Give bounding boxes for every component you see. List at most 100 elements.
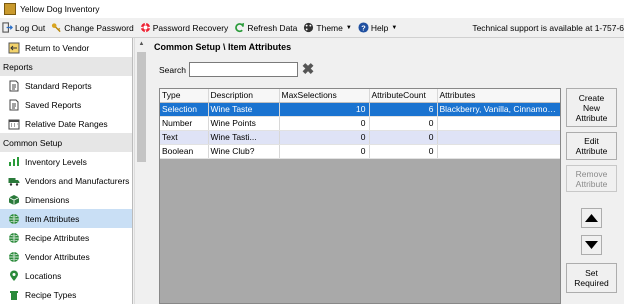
truck-icon <box>8 177 20 186</box>
globe-icon <box>9 232 19 243</box>
cell-type: Text <box>160 130 209 145</box>
sidebar-item-label: Saved Reports <box>25 99 82 110</box>
logout-label: Log Out <box>15 22 46 33</box>
sidebar-item-label: Item Attributes <box>25 213 80 224</box>
cell-attributes <box>437 144 560 159</box>
clear-search-icon[interactable]: ✖ <box>300 62 316 78</box>
cell-attribute-count: 6 <box>369 102 438 117</box>
help-label: Help <box>370 22 389 33</box>
table-row[interactable]: Number Wine Points 0 0 <box>160 116 560 131</box>
sidebar-item-locations[interactable]: Locations <box>0 266 132 285</box>
palette-icon <box>304 22 314 33</box>
edit-attribute-button[interactable]: Edit Attribute <box>566 132 617 160</box>
column-header-max-selections[interactable]: MaxSelections <box>279 89 370 103</box>
calendar-icon <box>8 119 20 129</box>
globe-icon <box>9 213 19 224</box>
cell-max-selections: 10 <box>279 102 370 117</box>
sidebar-item-label: Recipe Attributes <box>25 232 90 243</box>
cell-max-selections: 0 <box>279 116 370 131</box>
sidebar-item-label: Vendors and Manufacturers <box>25 175 130 186</box>
box-icon <box>8 194 20 205</box>
cell-description: Wine Points <box>208 116 280 131</box>
sidebar-item-label: Inventory Levels <box>25 156 87 167</box>
toolbar: Log Out Change Password Password Recover… <box>0 18 624 38</box>
location-icon <box>10 270 18 281</box>
sidebar-item-relative-date-ranges[interactable]: Relative Date Ranges <box>0 114 132 133</box>
sidebar-item-label: Vendor Attributes <box>25 251 90 262</box>
change-password-button[interactable]: Change Password <box>51 22 134 33</box>
sidebar-item-label: Return to Vendor <box>25 42 90 53</box>
help-icon: ? <box>358 22 369 33</box>
sidebar-header-common-setup: Common Setup <box>0 133 132 152</box>
table-row[interactable]: Boolean Wine Club? 0 0 <box>160 144 560 159</box>
page-title: Common Setup \ Item Attributes <box>154 42 292 52</box>
theme-menu[interactable]: Theme ▼ <box>303 22 352 33</box>
column-header-type[interactable]: Type <box>160 89 209 103</box>
move-down-button[interactable] <box>581 235 602 255</box>
cell-attribute-count: 0 <box>369 116 438 131</box>
set-required-button[interactable]: Set Required <box>566 263 617 293</box>
title-bar: Yellow Dog Inventory <box>0 0 624 18</box>
svg-text:?: ? <box>361 23 366 32</box>
theme-label: Theme <box>316 22 343 33</box>
create-attribute-button[interactable]: Create New Attribute <box>566 88 617 127</box>
column-header-attributes[interactable]: Attributes <box>437 89 560 103</box>
sidebar-item-recipe-types[interactable]: Recipe Types <box>0 285 132 304</box>
cell-attribute-count: 0 <box>369 144 438 159</box>
sidebar-item-dimensions[interactable]: Dimensions <box>0 190 132 209</box>
sidebar-item-label: Standard Reports <box>25 80 92 91</box>
search-label: Search <box>159 65 186 75</box>
sidebar: Return to Vendor Reports Standard Report… <box>0 38 133 304</box>
remove-attribute-button[interactable]: Remove Attribute <box>566 165 617 192</box>
cell-max-selections: 0 <box>279 144 370 159</box>
report-icon <box>9 80 19 91</box>
recipe-icon <box>10 290 18 300</box>
sidebar-item-saved-reports[interactable]: Saved Reports <box>0 95 132 114</box>
logout-button[interactable]: Log Out <box>2 22 45 33</box>
sidebar-item-return-to-vendor[interactable]: Return to Vendor <box>0 38 132 57</box>
cell-attributes: Blackberry, Vanilla, Cinnamon, To <box>437 102 560 117</box>
change-password-label: Change Password <box>64 22 134 33</box>
help-menu[interactable]: ? Help ▼ <box>358 22 397 33</box>
grid-header-row: Type Description MaxSelections Attribute… <box>160 89 560 103</box>
cell-type: Number <box>160 116 209 131</box>
triangle-up-icon <box>585 214 598 222</box>
sidebar-item-vendor-attributes[interactable]: Vendor Attributes <box>0 247 132 266</box>
sidebar-item-vendors-and-manufacturers[interactable]: Vendors and Manufacturers <box>0 171 132 190</box>
refresh-data-label: Refresh Data <box>247 22 298 33</box>
sidebar-item-label: Recipe Types <box>25 289 77 300</box>
sidebar-item-recipe-attributes[interactable]: Recipe Attributes <box>0 228 132 247</box>
sidebar-item-inventory-levels[interactable]: Inventory Levels <box>0 152 132 171</box>
cell-max-selections: 0 <box>279 130 370 145</box>
app-logo-icon <box>4 3 16 15</box>
cell-attributes <box>437 116 560 131</box>
scrollbar-thumb[interactable] <box>137 52 146 162</box>
sidebar-header-reports: Reports <box>0 57 132 76</box>
cell-description: Wine Tasti... <box>208 130 280 145</box>
refresh-icon <box>235 22 245 33</box>
cell-description: Wine Taste <box>208 102 280 117</box>
column-header-attribute-count[interactable]: AttributeCount <box>369 89 438 103</box>
window-title: Yellow Dog Inventory <box>20 4 100 14</box>
cell-type: Selection <box>160 102 209 117</box>
sidebar-scrollbar[interactable]: ▲ <box>134 38 147 304</box>
table-row[interactable]: Selection Wine Taste 10 6 Blackberry, Va… <box>160 102 560 117</box>
chevron-down-icon: ▼ <box>345 24 352 31</box>
levels-icon <box>9 156 19 166</box>
search-input[interactable] <box>189 62 298 77</box>
sidebar-item-item-attributes[interactable]: Item Attributes <box>0 209 132 228</box>
scroll-up-icon[interactable]: ▲ <box>135 38 148 50</box>
key-icon <box>52 23 61 33</box>
move-up-button[interactable] <box>581 208 602 228</box>
sidebar-item-standard-reports[interactable]: Standard Reports <box>0 76 132 95</box>
table-row[interactable]: Text Wine Tasti... 0 0 <box>160 130 560 145</box>
password-recovery-label: Password Recovery <box>152 22 229 33</box>
refresh-data-button[interactable]: Refresh Data <box>234 22 297 33</box>
globe-icon <box>9 251 19 262</box>
logout-icon <box>2 22 13 33</box>
password-recovery-button[interactable]: Password Recovery <box>140 22 229 33</box>
main-panel: Common Setup \ Item Attributes Search ✖ … <box>148 38 624 304</box>
report-icon <box>9 99 19 110</box>
column-header-description[interactable]: Description <box>208 89 280 103</box>
sidebar-item-label: Relative Date Ranges <box>25 118 108 129</box>
